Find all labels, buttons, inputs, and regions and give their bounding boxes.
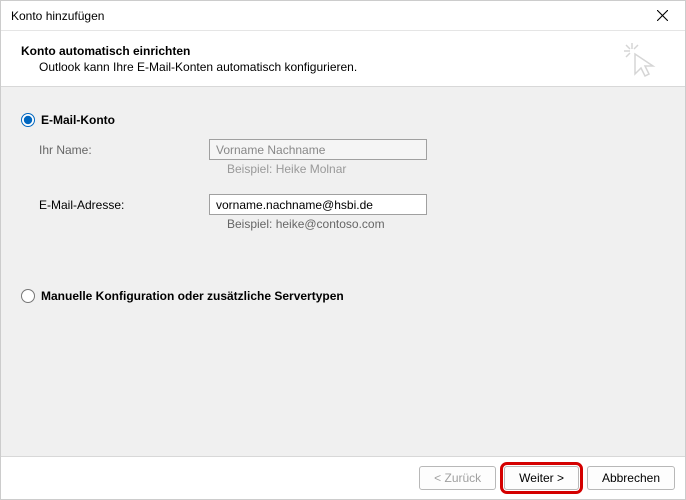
cancel-button[interactable]: Abbrechen xyxy=(587,466,675,490)
email-form-group: Ihr Name: Beispiel: Heike Molnar E-Mail-… xyxy=(39,139,665,231)
radio-manual-label: Manuelle Konfiguration oder zusätzliche … xyxy=(41,289,344,303)
header-subtitle: Outlook kann Ihre E-Mail-Konten automati… xyxy=(39,60,357,74)
content-area: E-Mail-Konto Ihr Name: Beispiel: Heike M… xyxy=(1,87,685,457)
email-field[interactable] xyxy=(209,194,427,215)
close-icon xyxy=(657,10,668,21)
header-title: Konto automatisch einrichten xyxy=(21,44,357,58)
header-banner: Konto automatisch einrichten Outlook kan… xyxy=(1,31,685,87)
name-label: Ihr Name: xyxy=(39,143,209,157)
name-field xyxy=(209,139,427,160)
footer: < Zurück Weiter > Abbrechen xyxy=(1,457,685,499)
radio-email-input[interactable] xyxy=(21,113,35,127)
email-hint: Beispiel: heike@contoso.com xyxy=(227,217,665,231)
window-title: Konto hinzufügen xyxy=(11,9,104,23)
titlebar: Konto hinzufügen xyxy=(1,1,685,31)
radio-manual-config[interactable]: Manuelle Konfiguration oder zusätzliche … xyxy=(21,289,665,303)
radio-email-label: E-Mail-Konto xyxy=(41,113,115,127)
cursor-sparkle-icon xyxy=(620,39,660,79)
name-hint: Beispiel: Heike Molnar xyxy=(227,162,665,176)
close-button[interactable] xyxy=(647,1,677,31)
radio-email-account[interactable]: E-Mail-Konto xyxy=(21,113,665,127)
name-row: Ihr Name: xyxy=(39,139,665,160)
header-text: Konto automatisch einrichten Outlook kan… xyxy=(21,44,357,74)
email-row: E-Mail-Adresse: xyxy=(39,194,665,215)
next-button[interactable]: Weiter > xyxy=(504,466,579,490)
back-button: < Zurück xyxy=(419,466,496,490)
radio-manual-input[interactable] xyxy=(21,289,35,303)
email-label: E-Mail-Adresse: xyxy=(39,198,209,212)
